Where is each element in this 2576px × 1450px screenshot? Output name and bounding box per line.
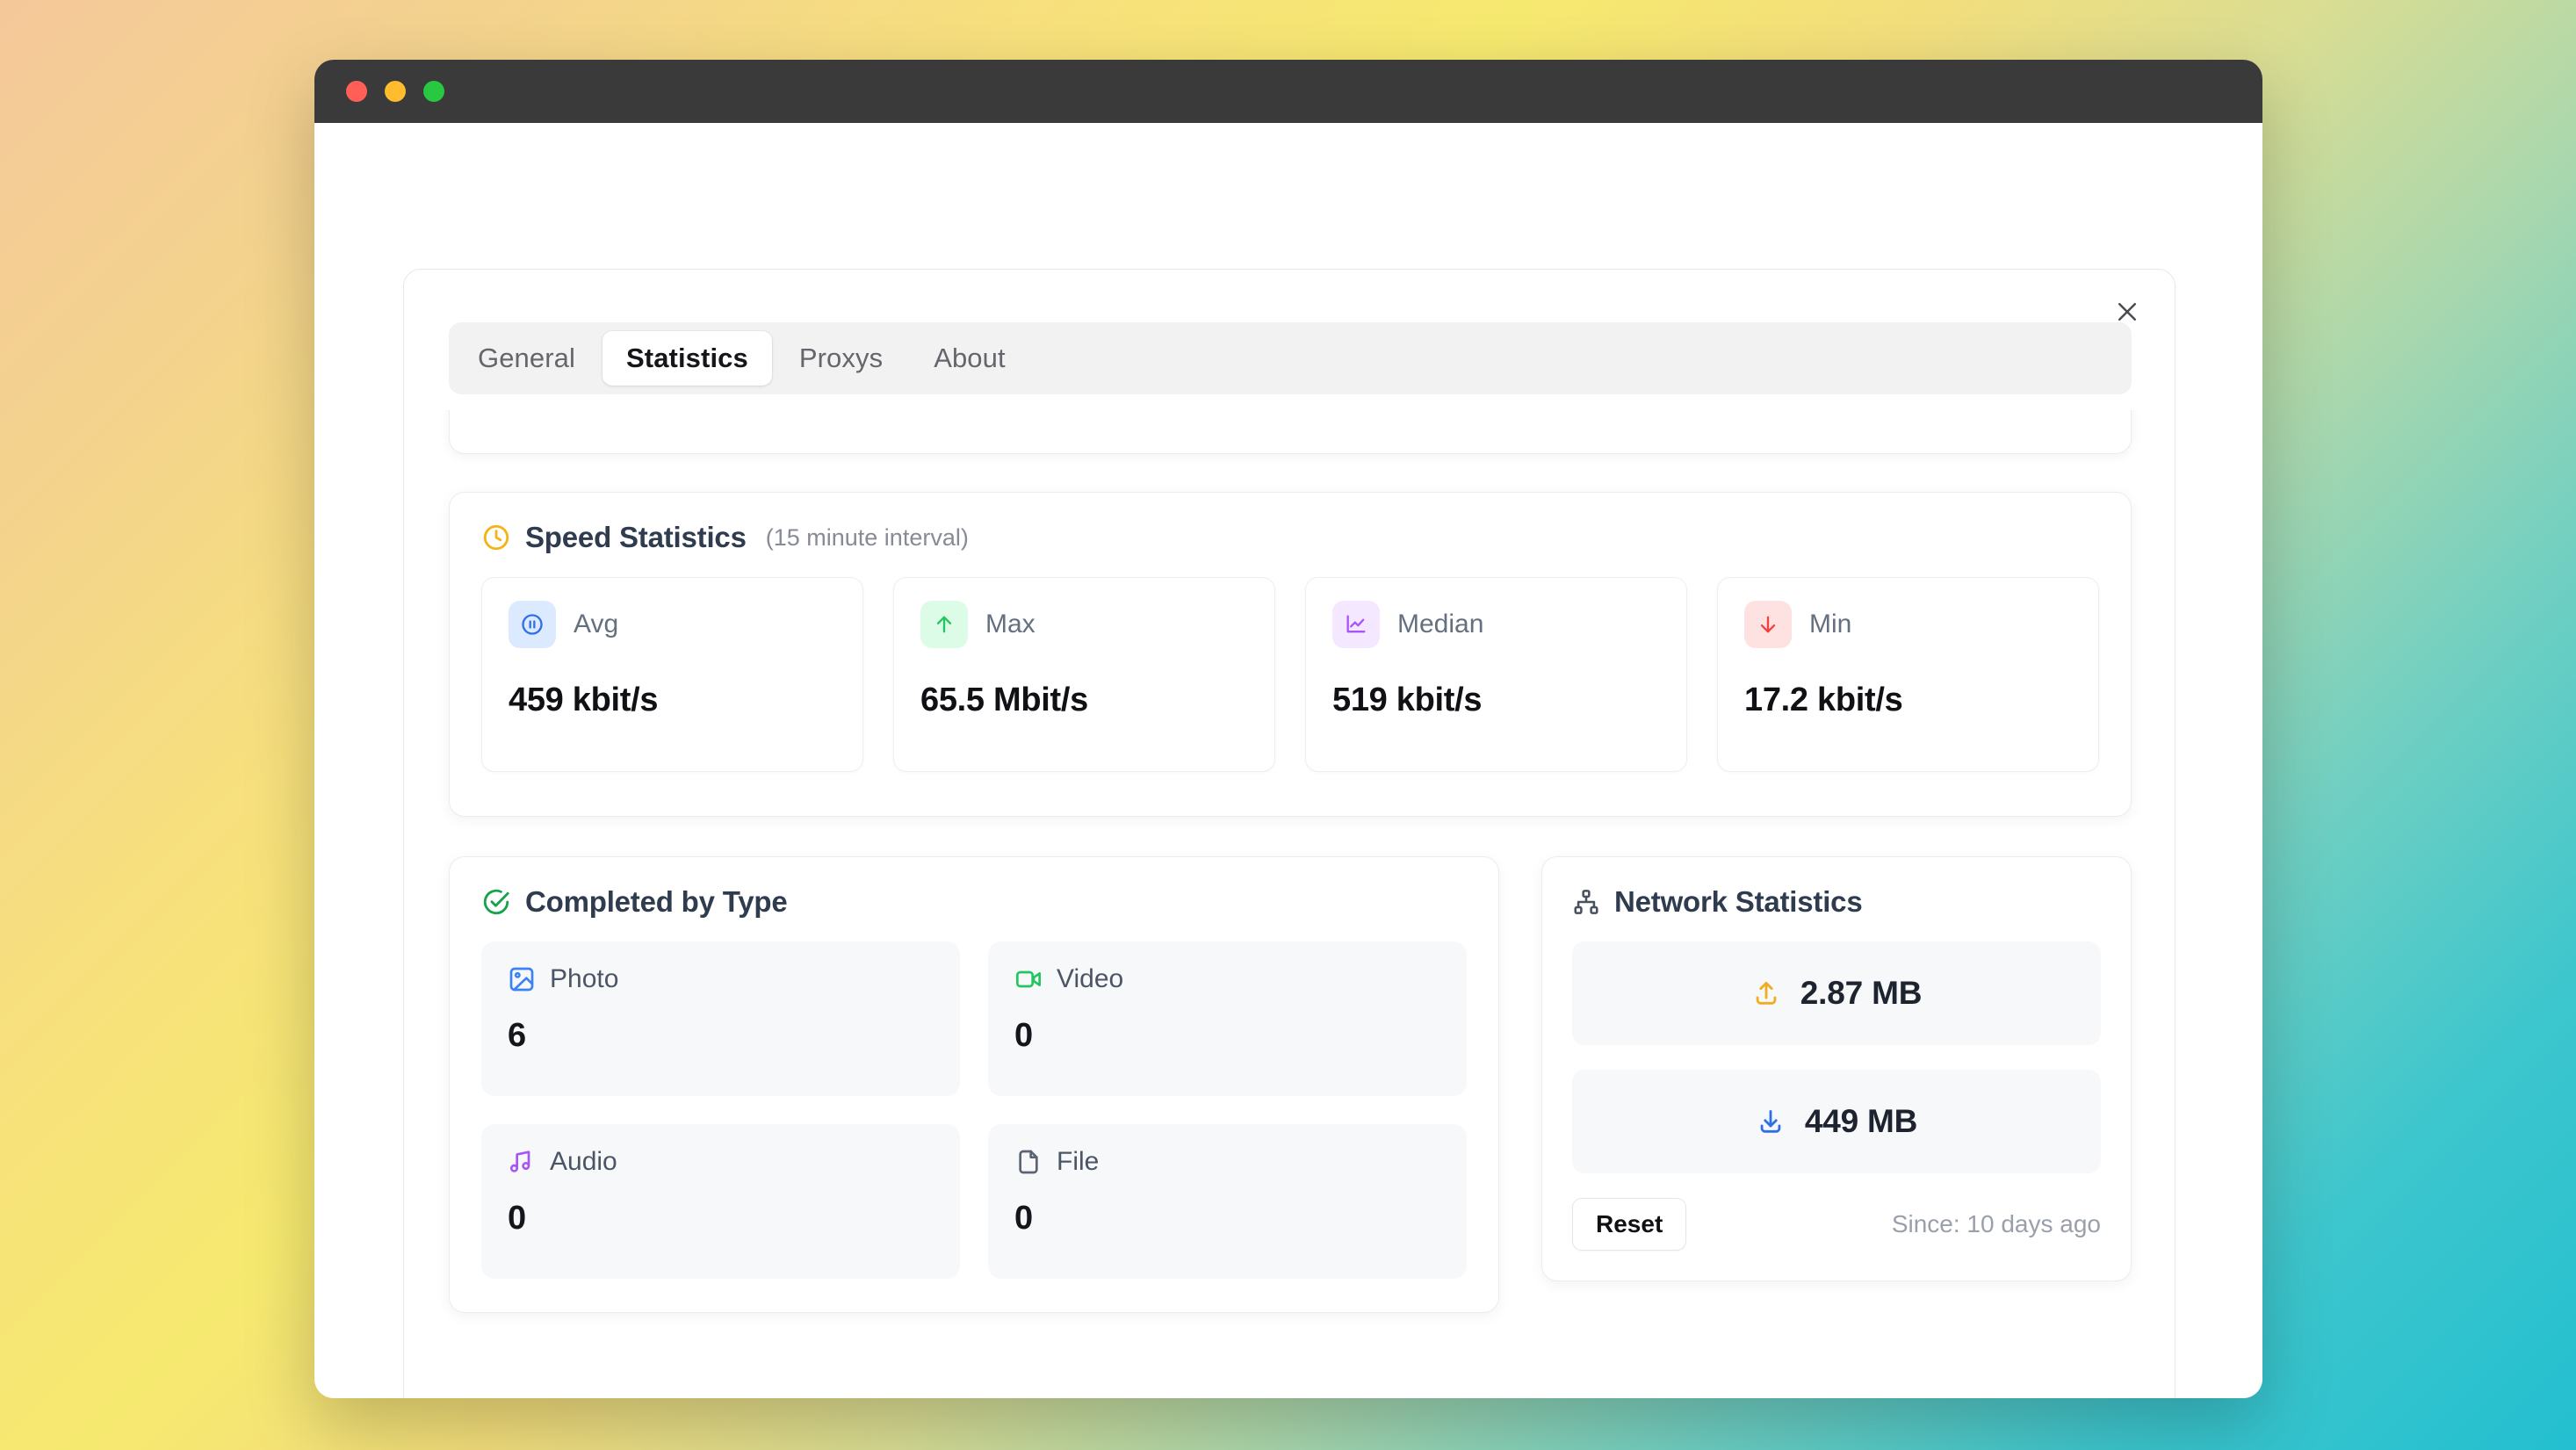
tab-general[interactable]: General <box>454 331 599 386</box>
line-chart-icon <box>1332 601 1380 648</box>
stat-card-max-head: Max <box>920 601 1248 648</box>
download-icon <box>1756 1107 1786 1136</box>
stat-card-avg: Avg 459 kbit/s <box>481 577 863 772</box>
network-statistics-footer: Reset Since: 10 days ago <box>1572 1198 2101 1251</box>
type-card-audio-value: 0 <box>508 1200 934 1237</box>
completed-by-type-title: Completed by Type <box>525 885 788 919</box>
stat-card-min-head: Min <box>1744 601 2072 648</box>
window-minimize-button[interactable] <box>385 81 406 102</box>
speed-statistics-grid: Avg 459 kbit/s <box>481 577 2099 772</box>
image-icon <box>508 965 536 993</box>
arrow-up-icon <box>920 601 968 648</box>
close-icon[interactable] <box>2104 289 2150 335</box>
clock-icon <box>481 523 511 552</box>
speed-statistics-title: Speed Statistics <box>525 521 747 554</box>
stat-card-avg-head: Avg <box>509 601 836 648</box>
app-window: General Statistics Proxys About <box>314 60 2262 1398</box>
tab-about[interactable]: About <box>910 331 1029 386</box>
dialog-tabbar: General Statistics Proxys About <box>449 322 2132 394</box>
tab-statistics[interactable]: Statistics <box>603 331 772 386</box>
arrow-down-icon <box>1744 601 1792 648</box>
speed-statistics-panel: Speed Statistics (15 minute interval) <box>449 492 2132 817</box>
statistics-scroll-area[interactable]: Speed Statistics (15 minute interval) <box>404 410 2175 1398</box>
document-icon <box>1014 1148 1043 1176</box>
since-text: Since: 10 days ago <box>1892 1210 2101 1238</box>
network-icon <box>1572 888 1600 916</box>
type-card-photo-label: Photo <box>550 964 618 994</box>
type-card-photo-value: 6 <box>508 1017 934 1055</box>
stat-card-median: Median 519 kbit/s <box>1305 577 1687 772</box>
bottom-row: Completed by Type <box>449 856 2132 1313</box>
network-statistics-title: Network Statistics <box>1614 885 1863 919</box>
type-card-audio-label: Audio <box>550 1147 617 1177</box>
stat-card-min-value: 17.2 kbit/s <box>1744 682 2072 719</box>
reset-button[interactable]: Reset <box>1572 1198 1686 1251</box>
music-icon <box>508 1148 536 1176</box>
settings-dialog: General Statistics Proxys About <box>403 269 2176 1398</box>
stat-card-max-value: 65.5 Mbit/s <box>920 682 1248 719</box>
type-card-video-head: Video <box>1014 964 1440 994</box>
stat-card-median-value: 519 kbit/s <box>1332 682 1660 719</box>
stat-card-median-head: Median <box>1332 601 1660 648</box>
check-circle-icon <box>481 887 511 917</box>
pause-circle-icon <box>509 601 556 648</box>
type-card-audio-head: Audio <box>508 1147 934 1177</box>
type-card-video: Video 0 <box>988 941 1467 1096</box>
tab-proxys[interactable]: Proxys <box>776 331 906 386</box>
speed-statistics-header: Speed Statistics (15 minute interval) <box>481 521 2099 554</box>
window-zoom-button[interactable] <box>423 81 444 102</box>
stat-card-avg-value: 459 kbit/s <box>509 682 836 719</box>
stat-card-min-label: Min <box>1809 610 1851 639</box>
type-card-photo-head: Photo <box>508 964 934 994</box>
network-upload-value: 2.87 MB <box>1800 975 1922 1012</box>
window-body: General Statistics Proxys About <box>314 123 2262 1398</box>
network-statistics-header: Network Statistics <box>1572 885 2101 919</box>
type-card-audio: Audio 0 <box>481 1124 960 1279</box>
network-upload-row: 2.87 MB <box>1572 941 2101 1045</box>
partial-card-above <box>449 410 2132 454</box>
stat-card-max: Max 65.5 Mbit/s <box>893 577 1275 772</box>
type-card-file-head: File <box>1014 1147 1440 1177</box>
completed-by-type-grid: Photo 6 <box>481 941 1467 1279</box>
type-card-video-value: 0 <box>1014 1017 1440 1055</box>
speed-statistics-subtitle: (15 minute interval) <box>766 524 969 552</box>
stat-card-max-label: Max <box>985 610 1035 639</box>
type-card-file: File 0 <box>988 1124 1467 1279</box>
network-statistics-panel: Network Statistics 2.87 MB <box>1541 856 2132 1281</box>
stat-card-avg-label: Avg <box>574 610 618 639</box>
video-icon <box>1014 965 1043 993</box>
type-card-file-label: File <box>1057 1147 1099 1177</box>
upload-icon <box>1751 978 1781 1008</box>
window-titlebar <box>314 60 2262 123</box>
window-close-button[interactable] <box>346 81 367 102</box>
stat-card-min: Min 17.2 kbit/s <box>1717 577 2099 772</box>
type-card-video-label: Video <box>1057 964 1123 994</box>
completed-by-type-panel: Completed by Type <box>449 856 1499 1313</box>
completed-by-type-header: Completed by Type <box>481 885 1467 919</box>
stat-card-median-label: Median <box>1397 610 1483 639</box>
type-card-photo: Photo 6 <box>481 941 960 1096</box>
network-download-value: 449 MB <box>1805 1103 1917 1140</box>
type-card-file-value: 0 <box>1014 1200 1440 1237</box>
network-download-row: 449 MB <box>1572 1070 2101 1173</box>
